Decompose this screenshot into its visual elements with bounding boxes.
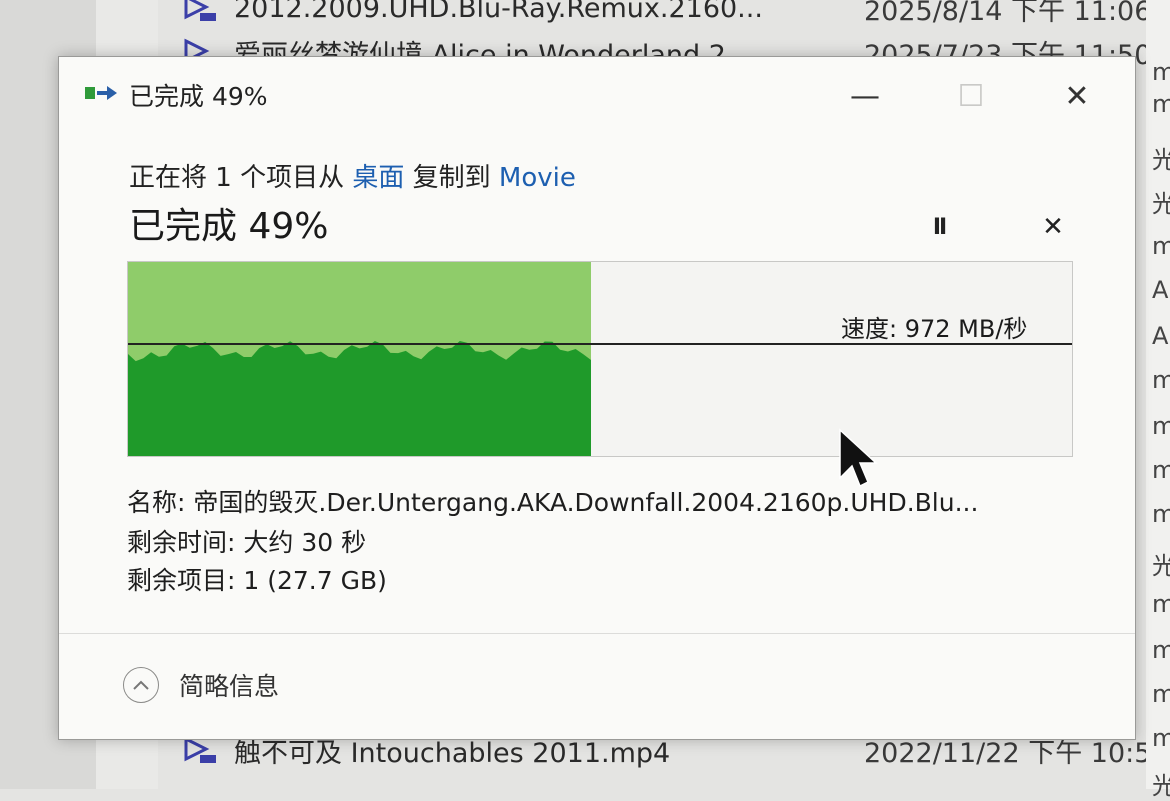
column-cell: m	[1152, 500, 1170, 528]
file-name-line: 名称: 帝国的毁灭.Der.Untergang.AKA.Downfall.200…	[127, 488, 979, 517]
speed-label: 速度: 972 MB/秒	[841, 315, 1028, 343]
description-middle: 复制到	[404, 163, 499, 193]
window-title: 已完成 49%	[129, 82, 268, 111]
column-cell: m	[1152, 724, 1170, 752]
speed-graph-svg	[128, 262, 1072, 456]
column-cell: m	[1152, 366, 1170, 394]
source-link[interactable]: 桌面	[352, 163, 404, 193]
maximize-button[interactable]: ☐	[941, 71, 1001, 121]
column-cell: m	[1152, 590, 1170, 618]
destination-link[interactable]: Movie	[499, 163, 576, 193]
chevron-up-icon	[123, 667, 159, 703]
video-file-icon	[180, 0, 220, 23]
description-prefix: 正在将 1 个项目从	[129, 163, 353, 193]
pause-button[interactable]: II	[921, 209, 957, 245]
column-cell: 光	[1152, 190, 1170, 218]
file-name: 2012.2009.UHD.Blu-Ray.Remux.2160...	[234, 0, 763, 24]
column-cell: m	[1152, 680, 1170, 708]
column-cell: m	[1152, 636, 1170, 664]
column-cell: 光	[1152, 772, 1170, 800]
transfer-speed-graph	[127, 261, 1073, 457]
copy-transfer-icon	[85, 83, 119, 105]
column-cell: m	[1152, 412, 1170, 440]
items-remaining-line: 剩余项目: 1 (27.7 GB)	[127, 566, 387, 595]
copy-description: 正在将 1 个项目从 桌面 复制到 Movie	[129, 157, 576, 194]
details-label: 简略信息	[179, 672, 280, 701]
mouse-cursor-icon	[836, 428, 882, 494]
column-cell: m	[1152, 232, 1170, 260]
copy-progress-dialog: 已完成 49% — ☐ ✕ 正在将 1 个项目从 桌面 复制到 Movie 已完…	[58, 56, 1136, 740]
column-cell: A	[1152, 322, 1169, 350]
title-bar[interactable]: 已完成 49% — ☐ ✕	[59, 57, 1135, 131]
footer-divider	[59, 633, 1135, 634]
explorer-right-column: m m 光 光 m A A m m m m 光 m m m m 光	[1146, 0, 1170, 800]
speed-area	[128, 341, 591, 456]
close-button[interactable]: ✕	[1047, 71, 1107, 121]
file-date: 2025/8/14 下午 11:06	[864, 0, 1152, 27]
fewer-details-toggle[interactable]: 简略信息	[123, 667, 279, 703]
column-cell: m	[1152, 58, 1170, 86]
column-cell: 光	[1152, 146, 1170, 174]
column-cell: m	[1152, 456, 1170, 484]
cancel-button[interactable]: ✕	[1035, 209, 1071, 245]
progress-percent: 已完成 49%	[129, 206, 329, 247]
column-cell: m	[1152, 90, 1170, 118]
column-cell: 光	[1152, 552, 1170, 580]
column-cell: A	[1152, 276, 1169, 304]
time-remaining-line: 剩余时间: 大约 30 秒	[127, 528, 367, 557]
file-row[interactable]: 2012.2009.UHD.Blu-Ray.Remux.2160... 2025…	[180, 0, 1151, 28]
minimize-button[interactable]: —	[835, 71, 895, 121]
